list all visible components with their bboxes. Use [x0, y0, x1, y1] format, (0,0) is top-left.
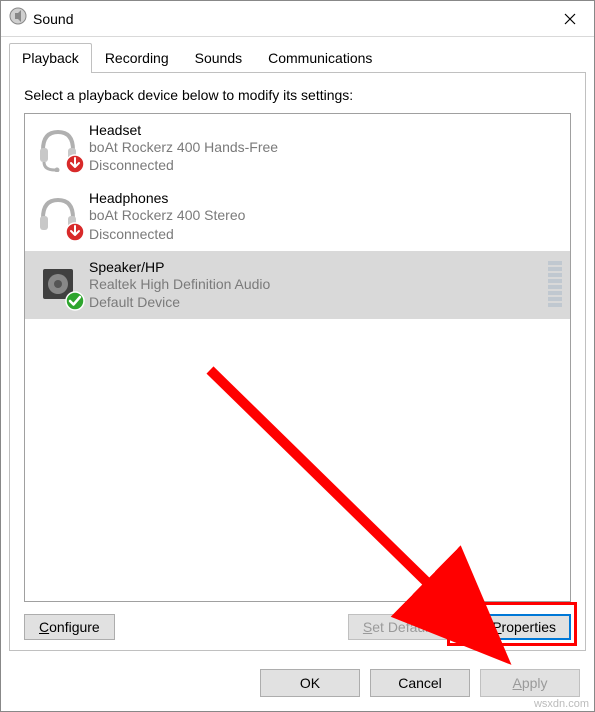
cancel-button[interactable]: Cancel — [370, 669, 470, 697]
device-status: Default Device — [89, 293, 270, 311]
set-default-button[interactable]: Set Default — [348, 614, 447, 640]
tabstrip: Playback Recording Sounds Communications — [9, 43, 586, 72]
panel-buttons: Configure Set Default Properties — [24, 614, 571, 640]
device-list[interactable]: Headset boAt Rockerz 400 Hands-Free Disc… — [24, 113, 571, 602]
speaker-icon — [33, 259, 83, 309]
headset-icon — [33, 122, 83, 172]
ok-button[interactable]: OK — [260, 669, 360, 697]
device-name: Headphones — [89, 190, 245, 206]
tab-sounds[interactable]: Sounds — [182, 43, 255, 72]
device-status: Disconnected — [89, 156, 278, 174]
tab-playback[interactable]: Playback — [9, 43, 92, 72]
panel-info: Select a playback device below to modify… — [24, 87, 571, 103]
tab-communications[interactable]: Communications — [255, 43, 385, 72]
sound-window: Sound Playback Recording Sounds Communic… — [0, 0, 595, 712]
device-row[interactable]: Headphones boAt Rockerz 400 Stereo Disco… — [25, 182, 570, 250]
device-text: Speaker/HP Realtek High Definition Audio… — [89, 259, 270, 311]
device-status: Disconnected — [89, 225, 245, 243]
set-default-split: Set Default — [348, 614, 469, 640]
device-row[interactable]: Headset boAt Rockerz 400 Hands-Free Disc… — [25, 114, 570, 182]
device-text: Headset boAt Rockerz 400 Hands-Free Disc… — [89, 122, 278, 174]
apply-button[interactable]: Apply — [480, 669, 580, 697]
window-title: Sound — [33, 11, 546, 27]
device-desc: boAt Rockerz 400 Hands-Free — [89, 138, 278, 156]
headphones-icon — [33, 190, 83, 240]
device-text: Headphones boAt Rockerz 400 Stereo Disco… — [89, 190, 245, 242]
dialog-buttons: OK Cancel Apply — [1, 659, 594, 711]
playback-panel: Select a playback device below to modify… — [9, 72, 586, 651]
properties-button[interactable]: Properties — [477, 614, 571, 640]
level-meter — [548, 259, 562, 307]
set-default-dropdown[interactable] — [447, 614, 469, 640]
close-button[interactable] — [546, 1, 594, 37]
device-name: Headset — [89, 122, 278, 138]
device-desc: Realtek High Definition Audio — [89, 275, 270, 293]
watermark: wsxdn.com — [534, 698, 589, 710]
configure-button[interactable]: Configure — [24, 614, 115, 640]
sound-icon — [9, 7, 27, 30]
device-row[interactable]: Speaker/HP Realtek High Definition Audio… — [25, 251, 570, 319]
device-desc: boAt Rockerz 400 Stereo — [89, 206, 245, 224]
titlebar: Sound — [1, 1, 594, 37]
device-name: Speaker/HP — [89, 259, 270, 275]
tab-recording[interactable]: Recording — [92, 43, 182, 72]
